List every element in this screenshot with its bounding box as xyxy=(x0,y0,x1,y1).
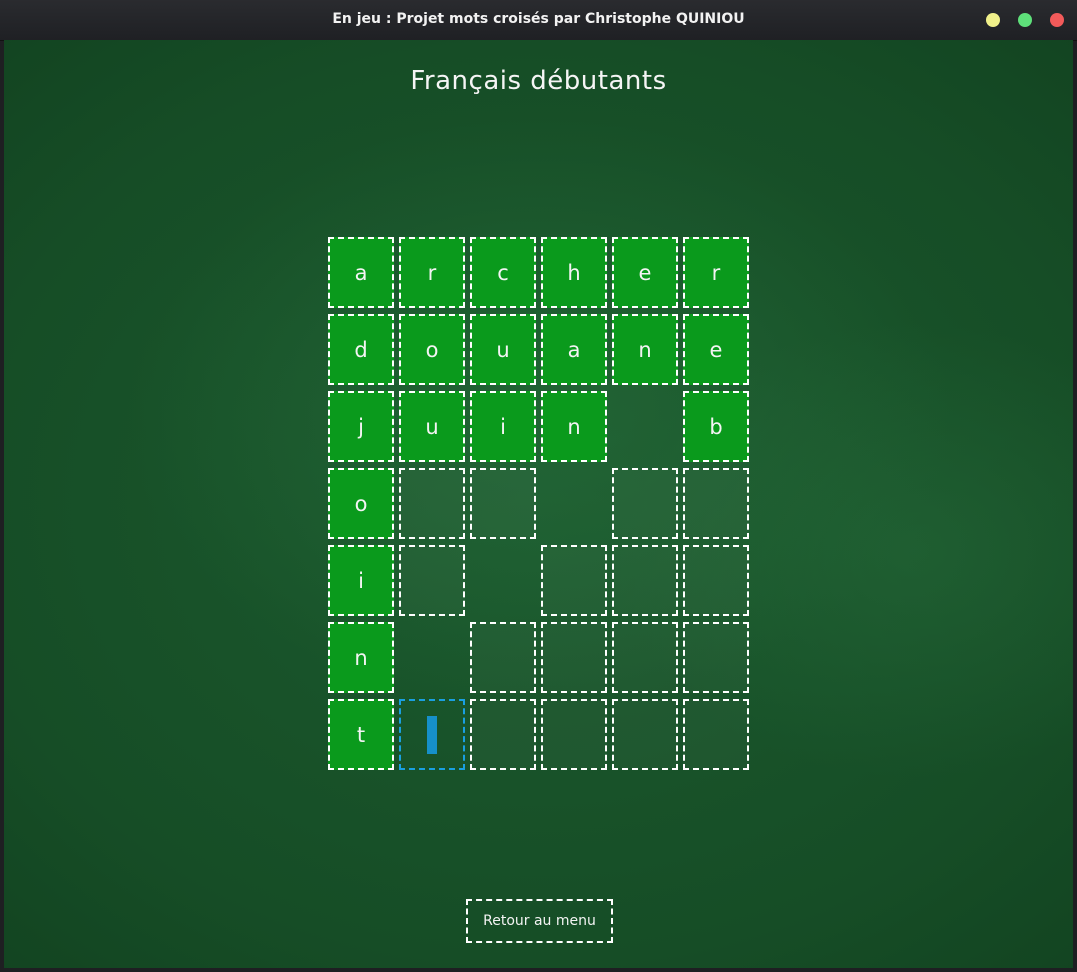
grid-cell-filled[interactable]: u xyxy=(470,314,536,385)
grid-cell-empty[interactable] xyxy=(541,699,607,770)
close-button[interactable] xyxy=(1050,13,1064,27)
grid-cell-filled[interactable]: a xyxy=(541,314,607,385)
cell-letter: t xyxy=(356,722,366,747)
grid-cell-filled[interactable]: t xyxy=(328,699,394,770)
text-cursor xyxy=(427,715,437,754)
cell-letter: c xyxy=(497,260,509,285)
grid-cell-filled[interactable]: i xyxy=(328,545,394,616)
title-bar: En jeu : Projet mots croisés par Christo… xyxy=(0,0,1077,41)
cell-letter: n xyxy=(354,645,368,670)
grid-cell-empty[interactable] xyxy=(612,468,678,539)
grid-cell-filled[interactable]: b xyxy=(683,391,749,462)
cell-letter: d xyxy=(354,337,368,362)
grid-cell-filled[interactable]: a xyxy=(328,237,394,308)
grid-cell-filled[interactable]: r xyxy=(399,237,465,308)
grid-cell-filled[interactable]: c xyxy=(470,237,536,308)
grid-cell-empty[interactable] xyxy=(399,468,465,539)
grid-cell-empty[interactable] xyxy=(470,468,536,539)
grid-cell-filled[interactable]: e xyxy=(612,237,678,308)
cell-letter: a xyxy=(567,337,581,362)
grid-cell-active[interactable] xyxy=(399,699,465,770)
maximize-button[interactable] xyxy=(1018,13,1032,27)
grid-cell-filled[interactable]: n xyxy=(612,314,678,385)
cell-letter: r xyxy=(711,260,721,285)
grid-cell-filled[interactable]: j xyxy=(328,391,394,462)
grid-cell-filled[interactable]: n xyxy=(541,391,607,462)
cell-letter: e xyxy=(709,337,723,362)
cell-letter: j xyxy=(358,414,364,439)
grid-cell-filled[interactable]: i xyxy=(470,391,536,462)
cell-letter: r xyxy=(427,260,437,285)
cell-letter: i xyxy=(500,414,506,439)
cell-letter: i xyxy=(358,568,364,593)
app-window: En jeu : Projet mots croisés par Christo… xyxy=(0,0,1077,972)
grid-cell-filled[interactable]: h xyxy=(541,237,607,308)
grid-cell-filled[interactable]: o xyxy=(328,468,394,539)
cell-letter: o xyxy=(425,337,439,362)
grid-cell-empty[interactable] xyxy=(612,545,678,616)
cell-letter: u xyxy=(496,337,510,362)
back-to-menu-button[interactable]: Retour au menu xyxy=(466,899,613,943)
grid-cell-empty[interactable] xyxy=(541,545,607,616)
grid-cell-empty[interactable] xyxy=(470,622,536,693)
minimize-button[interactable] xyxy=(986,13,1000,27)
grid-cell-empty[interactable] xyxy=(541,622,607,693)
cell-letter: o xyxy=(354,491,368,516)
cell-letter: h xyxy=(567,260,581,285)
grid-cell-filled[interactable]: n xyxy=(328,622,394,693)
grid-cell-filled[interactable]: u xyxy=(399,391,465,462)
cell-letter: a xyxy=(354,260,368,285)
grid-cell-empty[interactable] xyxy=(399,545,465,616)
grid-cell-empty[interactable] xyxy=(612,699,678,770)
level-title: Français débutants xyxy=(410,66,667,96)
grid-cell-empty[interactable] xyxy=(612,622,678,693)
grid-cell-filled[interactable]: r xyxy=(683,237,749,308)
grid-cell-filled[interactable]: o xyxy=(399,314,465,385)
chalkboard: Français débutants a r c h e r d o u a n e j u i n b o i n t… xyxy=(4,40,1073,968)
cell-letter: u xyxy=(425,414,439,439)
grid-cell-filled[interactable]: d xyxy=(328,314,394,385)
cell-letter: n xyxy=(638,337,652,362)
grid-cell-empty[interactable] xyxy=(470,699,536,770)
cell-letter: e xyxy=(638,260,652,285)
grid-cell-empty[interactable] xyxy=(683,622,749,693)
grid-cell-filled[interactable]: e xyxy=(683,314,749,385)
cell-letter: n xyxy=(567,414,581,439)
grid-cell-empty[interactable] xyxy=(683,699,749,770)
window-title: En jeu : Projet mots croisés par Christo… xyxy=(332,11,745,27)
grid-cell-empty[interactable] xyxy=(683,545,749,616)
grid-cell-empty[interactable] xyxy=(683,468,749,539)
cell-letter: b xyxy=(709,414,723,439)
